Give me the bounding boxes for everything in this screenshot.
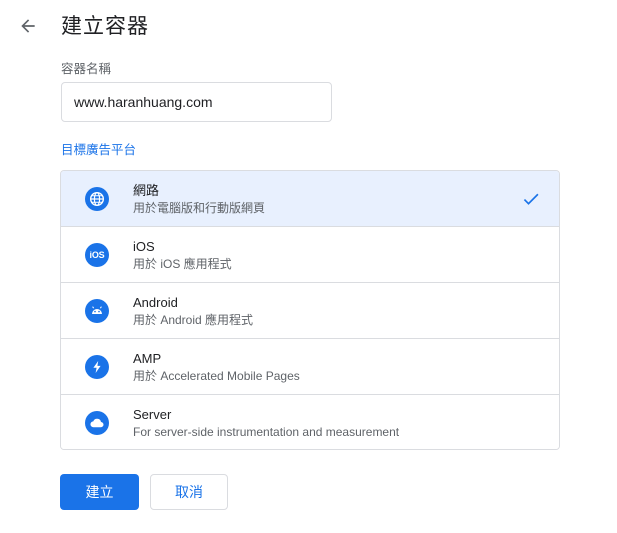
amp-bolt-icon [85, 355, 109, 379]
platform-description: 用於 Accelerated Mobile Pages [133, 369, 300, 383]
platform-title: Server [133, 407, 172, 422]
platform-title: iOS [133, 239, 155, 254]
platform-option-ios[interactable]: iOS iOS 用於 iOS 應用程式 [61, 227, 559, 283]
android-icon [85, 299, 109, 323]
platform-option-server[interactable]: Server For server-side instrumentation a… [61, 395, 559, 449]
check-icon [523, 193, 539, 205]
platform-list: 網路 用於電腦版和行動版網頁 iOS iOS 用於 iOS 應用程式 Andro… [60, 170, 560, 450]
ios-icon: iOS [85, 243, 109, 267]
platform-description: For server-side instrumentation and meas… [133, 425, 400, 439]
platform-option-android[interactable]: Android 用於 Android 應用程式 [61, 283, 559, 339]
cancel-button[interactable]: 取消 [150, 474, 228, 510]
target-platform-label: 目標廣告平台 [61, 143, 137, 157]
platform-option-web[interactable]: 網路 用於電腦版和行動版網頁 [61, 171, 559, 227]
platform-title: 網路 [133, 183, 160, 198]
globe-icon [85, 187, 109, 211]
page-title: 建立容器 [61, 15, 149, 38]
container-name-label: 容器名稱 [61, 62, 112, 76]
container-name-input[interactable] [61, 82, 332, 122]
ios-icon-text: iOS [89, 250, 105, 260]
cloud-icon [85, 411, 109, 435]
platform-option-amp[interactable]: AMP 用於 Accelerated Mobile Pages [61, 339, 559, 395]
page-header: 建立容器 [0, 0, 617, 54]
platform-description: 用於電腦版和行動版網頁 [133, 201, 266, 215]
back-button[interactable] [14, 12, 42, 40]
platform-description: 用於 iOS 應用程式 [133, 257, 232, 271]
platform-title: AMP [133, 351, 162, 366]
platform-description: 用於 Android 應用程式 [133, 313, 254, 327]
platform-title: Android [133, 295, 178, 310]
create-button[interactable]: 建立 [60, 474, 139, 510]
arrow-back-icon [21, 19, 35, 33]
